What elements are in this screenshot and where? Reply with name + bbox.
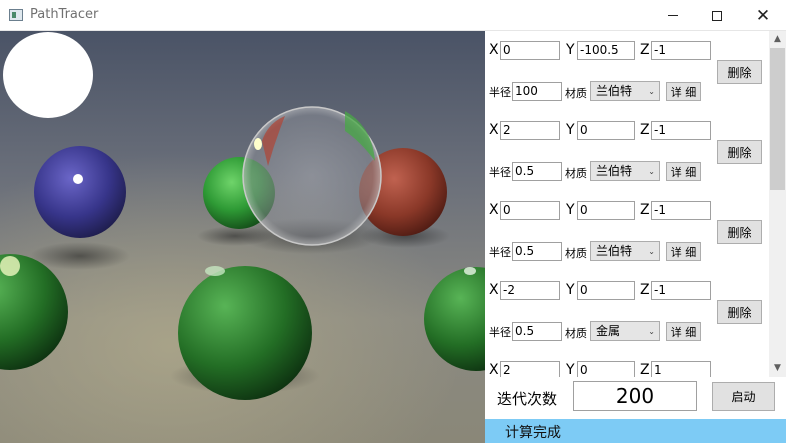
radius-input[interactable]: 0.5 (512, 162, 562, 181)
radius-label: 半径 (489, 326, 511, 339)
sphere-entry: X 2 Y 0 Z -1 删除 半径 0.5 材质 兰伯特 ⌄ 详 细 (485, 111, 769, 191)
status-text: 计算完成 (505, 425, 561, 441)
radius-input[interactable]: 100 (512, 82, 562, 101)
maximize-button[interactable] (694, 0, 740, 31)
z-label: Z (640, 362, 650, 377)
material-label: 材质 (565, 327, 587, 340)
y-input[interactable]: 0 (577, 361, 635, 377)
scroll-thumb[interactable] (770, 48, 785, 190)
render-image (0, 31, 485, 443)
radius-label: 半径 (489, 246, 511, 259)
delete-button[interactable]: 删除 (717, 220, 762, 244)
z-label: Z (640, 42, 650, 58)
title-bar: PathTracer ✕ (0, 0, 786, 31)
z-label: Z (640, 202, 650, 218)
iterations-label: 迭代次数 (497, 390, 558, 408)
render-viewport (0, 31, 485, 443)
chevron-down-icon: ⌄ (648, 167, 655, 176)
chevron-down-icon: ⌄ (648, 87, 655, 96)
app-icon (9, 9, 23, 21)
radius-input[interactable]: 0.5 (512, 322, 562, 341)
x-label: X (489, 282, 499, 298)
window-title: PathTracer (30, 7, 99, 22)
material-label: 材质 (565, 247, 587, 260)
light-source (3, 32, 93, 118)
y-label: Y (566, 362, 575, 377)
sphere-entry: X 0 Y 0 Z -1 删除 半径 0.5 材质 兰伯特 ⌄ 详 细 (485, 191, 769, 271)
x-label: X (489, 42, 499, 58)
sphere-panel: X 0 Y -100.5 Z -1 删除 半径 100 材质 兰伯特 ⌄ 详 细 … (485, 31, 786, 443)
z-label: Z (640, 282, 650, 298)
close-button[interactable]: ✕ (740, 0, 786, 31)
x-input[interactable]: 0 (500, 201, 560, 220)
y-input[interactable]: -100.5 (577, 41, 635, 60)
z-label: Z (640, 122, 650, 138)
material-select[interactable]: 金属 ⌄ (590, 321, 660, 341)
x-input[interactable]: -2 (500, 281, 560, 300)
sphere-list[interactable]: X 0 Y -100.5 Z -1 删除 半径 100 材质 兰伯特 ⌄ 详 细 … (485, 31, 769, 377)
y-input[interactable]: 0 (577, 281, 635, 300)
material-label: 材质 (565, 167, 587, 180)
z-input[interactable]: -1 (651, 281, 711, 300)
chevron-down-icon: ⌄ (648, 247, 655, 256)
close-icon: ✕ (755, 5, 771, 26)
y-label: Y (566, 282, 575, 298)
radius-input[interactable]: 0.5 (512, 242, 562, 261)
material-select[interactable]: 兰伯特 ⌄ (590, 161, 660, 181)
sphere-entry: X 2 Y 0 Z 1 (485, 351, 769, 377)
maximize-icon (712, 10, 722, 21)
detail-button[interactable]: 详 细 (666, 82, 701, 101)
iterations-input[interactable]: 200 (573, 381, 697, 411)
scroll-down-icon[interactable]: ▼ (769, 360, 786, 377)
x-input[interactable]: 2 (500, 121, 560, 140)
delete-button[interactable]: 删除 (717, 60, 762, 84)
material-select[interactable]: 兰伯特 ⌄ (590, 241, 660, 261)
delete-button[interactable]: 删除 (717, 140, 762, 164)
status-bar: 计算完成 (485, 419, 786, 443)
detail-button[interactable]: 详 细 (666, 162, 701, 181)
x-label: X (489, 362, 499, 377)
detail-button[interactable]: 详 细 (666, 322, 701, 341)
material-label: 材质 (565, 87, 587, 100)
minimize-icon (668, 15, 678, 16)
z-input[interactable]: 1 (651, 361, 711, 377)
y-input[interactable]: 0 (577, 121, 635, 140)
x-label: X (489, 122, 499, 138)
detail-button[interactable]: 详 细 (666, 242, 701, 261)
y-label: Y (566, 202, 575, 218)
sphere-entry: X 0 Y -100.5 Z -1 删除 半径 100 材质 兰伯特 ⌄ 详 细 (485, 31, 769, 111)
minimize-button[interactable] (650, 0, 696, 31)
vertical-scrollbar[interactable]: ▲ ▼ (769, 31, 786, 377)
chevron-down-icon: ⌄ (648, 327, 655, 336)
y-label: Y (566, 42, 575, 58)
material-select[interactable]: 兰伯特 ⌄ (590, 81, 660, 101)
blue-sphere (34, 146, 126, 238)
radius-label: 半径 (489, 86, 511, 99)
y-label: Y (566, 122, 575, 138)
x-input[interactable]: 0 (500, 41, 560, 60)
z-input[interactable]: -1 (651, 41, 711, 60)
z-input[interactable]: -1 (651, 121, 711, 140)
z-input[interactable]: -1 (651, 201, 711, 220)
start-button[interactable]: 启动 (712, 382, 775, 411)
green-sphere-front (178, 266, 312, 400)
radius-label: 半径 (489, 166, 511, 179)
scroll-up-icon[interactable]: ▲ (769, 31, 786, 48)
x-label: X (489, 202, 499, 218)
x-input[interactable]: 2 (500, 361, 560, 377)
y-input[interactable]: 0 (577, 201, 635, 220)
delete-button[interactable]: 删除 (717, 300, 762, 324)
sphere-entry: X -2 Y 0 Z -1 删除 半径 0.5 材质 金属 ⌄ 详 细 (485, 271, 769, 351)
